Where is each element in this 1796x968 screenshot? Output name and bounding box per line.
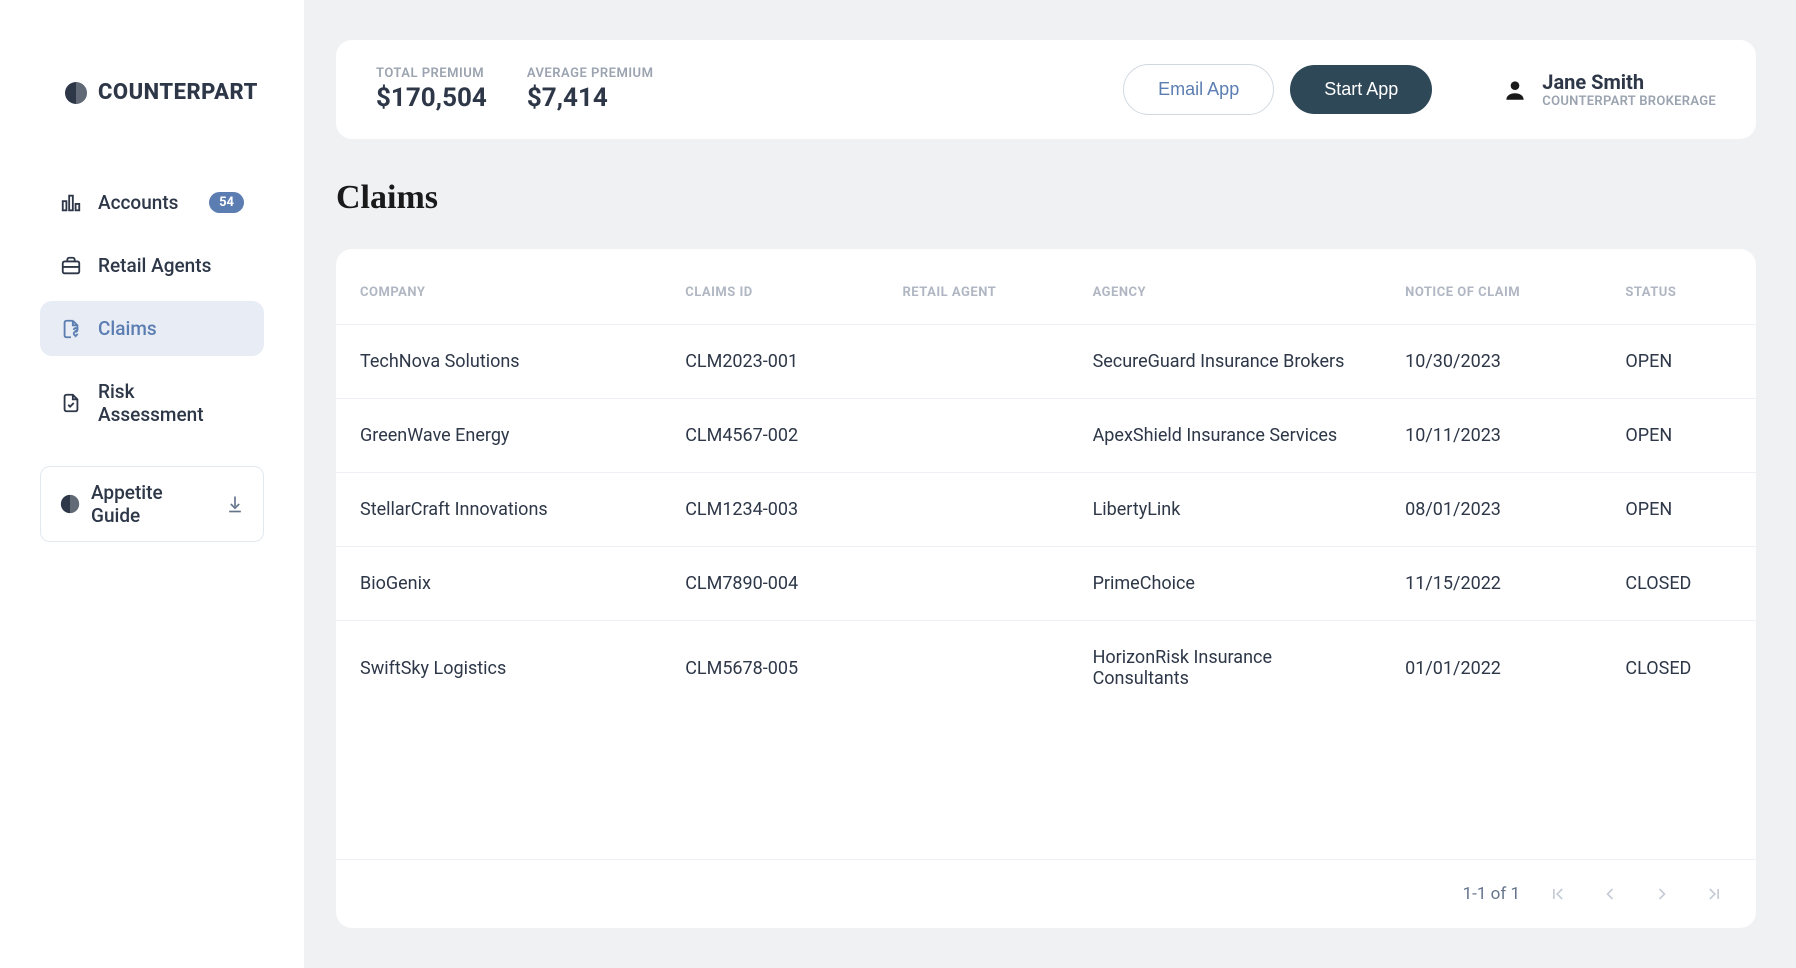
table-row[interactable]: SwiftSky LogisticsCLM5678-005 HorizonRisk…	[336, 621, 1756, 716]
cell-claims_id: CLM1234-003	[665, 473, 882, 547]
cell-claims_id: CLM5678-005	[665, 621, 882, 716]
metric-total-premium: TOTAL PREMIUM $170,504	[376, 66, 487, 113]
brand-mark-small-icon	[59, 493, 81, 515]
sidebar-item-accounts[interactable]: Accounts 54	[40, 175, 264, 230]
metric-value: $7,414	[527, 83, 654, 113]
col-retail-agent[interactable]: RETAIL AGENT	[882, 249, 1072, 325]
cell-status: OPEN	[1605, 399, 1756, 473]
cell-agency: ApexShield Insurance Services	[1073, 399, 1386, 473]
cell-company: BioGenix	[336, 547, 665, 621]
claims-card: COMPANY CLAIMS ID RETAIL AGENT AGENCY NO…	[336, 249, 1756, 928]
email-app-button[interactable]: Email App	[1123, 64, 1274, 115]
sidebar-nav: Accounts 54 Retail Agents Claims Risk A	[40, 175, 264, 442]
cell-company: TechNova Solutions	[336, 325, 665, 399]
cell-notice: 11/15/2022	[1385, 547, 1605, 621]
cell-notice: 01/01/2022	[1385, 621, 1605, 716]
sidebar-item-risk-assessment[interactable]: Risk Assessment	[40, 364, 264, 442]
pagination-prev-icon[interactable]	[1596, 880, 1624, 908]
metric-average-premium: AVERAGE PREMIUM $7,414	[527, 66, 654, 113]
sidebar-item-label: Claims	[98, 317, 157, 340]
cell-notice: 08/01/2023	[1385, 473, 1605, 547]
cell-claims_id: CLM4567-002	[665, 399, 882, 473]
appetite-guide-button[interactable]: Appetite Guide	[40, 466, 264, 542]
table-row[interactable]: GreenWave EnergyCLM4567-002 ApexShield In…	[336, 399, 1756, 473]
table-row[interactable]: StellarCraft InnovationsCLM1234-003 Liber…	[336, 473, 1756, 547]
user-org: COUNTERPART BROKERAGE	[1542, 94, 1716, 109]
pagination-range: 1-1 of 1	[1463, 884, 1520, 904]
cell-notice: 10/11/2023	[1385, 399, 1605, 473]
appetite-guide-label: Appetite Guide	[91, 481, 215, 527]
user-avatar-icon	[1502, 77, 1528, 103]
pagination-first-icon[interactable]	[1544, 880, 1572, 908]
main-content: TOTAL PREMIUM $170,504 AVERAGE PREMIUM $…	[304, 0, 1796, 968]
cell-claims_id: CLM7890-004	[665, 547, 882, 621]
file-money-icon	[60, 318, 82, 340]
sidebar-item-label: Accounts	[98, 191, 178, 214]
cell-agency: HorizonRisk Insurance Consultants	[1073, 621, 1386, 716]
metric-label: TOTAL PREMIUM	[376, 66, 487, 81]
cell-company: GreenWave Energy	[336, 399, 665, 473]
pagination: 1-1 of 1	[336, 859, 1756, 928]
briefcase-icon	[60, 255, 82, 277]
cell-status: CLOSED	[1605, 547, 1756, 621]
cell-agency: SecureGuard Insurance Brokers	[1073, 325, 1386, 399]
col-status[interactable]: STATUS	[1605, 249, 1756, 325]
col-agency[interactable]: AGENCY	[1073, 249, 1386, 325]
metric-value: $170,504	[376, 83, 487, 113]
brand-logo[interactable]: COUNTERPART	[40, 80, 264, 105]
col-company[interactable]: COMPANY	[336, 249, 665, 325]
cell-retail_agent	[882, 547, 1072, 621]
brand-logo-mark-icon	[64, 81, 88, 105]
start-app-button[interactable]: Start App	[1290, 65, 1432, 114]
cell-claims_id: CLM2023-001	[665, 325, 882, 399]
cell-status: OPEN	[1605, 325, 1756, 399]
pagination-next-icon[interactable]	[1648, 880, 1676, 908]
cell-retail_agent	[882, 399, 1072, 473]
sidebar-badge: 54	[209, 192, 244, 213]
table-row[interactable]: BioGenixCLM7890-004 PrimeChoice11/15/2022…	[336, 547, 1756, 621]
sidebar-item-retail-agents[interactable]: Retail Agents	[40, 238, 264, 293]
topbar: TOTAL PREMIUM $170,504 AVERAGE PREMIUM $…	[336, 40, 1756, 139]
download-icon	[225, 494, 245, 514]
cell-status: OPEN	[1605, 473, 1756, 547]
sidebar: COUNTERPART Accounts 54 Retail Agents	[0, 0, 304, 968]
sidebar-item-label: Risk Assessment	[98, 380, 244, 426]
user-menu[interactable]: Jane Smith COUNTERPART BROKERAGE	[1502, 70, 1716, 109]
brand-name: COUNTERPART	[98, 80, 258, 105]
cell-retail_agent	[882, 621, 1072, 716]
page-title: Claims	[336, 179, 1756, 217]
sidebar-item-label: Retail Agents	[98, 254, 211, 277]
cell-retail_agent	[882, 325, 1072, 399]
cell-agency: PrimeChoice	[1073, 547, 1386, 621]
metric-label: AVERAGE PREMIUM	[527, 66, 654, 81]
table-row[interactable]: TechNova SolutionsCLM2023-001 SecureGuard…	[336, 325, 1756, 399]
bar-chart-icon	[60, 192, 82, 214]
cell-company: StellarCraft Innovations	[336, 473, 665, 547]
file-check-icon	[60, 392, 82, 414]
col-notice[interactable]: NOTICE OF CLAIM	[1385, 249, 1605, 325]
col-claims-id[interactable]: CLAIMS ID	[665, 249, 882, 325]
pagination-last-icon[interactable]	[1700, 880, 1728, 908]
cell-company: SwiftSky Logistics	[336, 621, 665, 716]
cell-notice: 10/30/2023	[1385, 325, 1605, 399]
user-name: Jane Smith	[1542, 70, 1716, 94]
claims-table: COMPANY CLAIMS ID RETAIL AGENT AGENCY NO…	[336, 249, 1756, 715]
cell-status: CLOSED	[1605, 621, 1756, 716]
cell-retail_agent	[882, 473, 1072, 547]
cell-agency: LibertyLink	[1073, 473, 1386, 547]
sidebar-item-claims[interactable]: Claims	[40, 301, 264, 356]
